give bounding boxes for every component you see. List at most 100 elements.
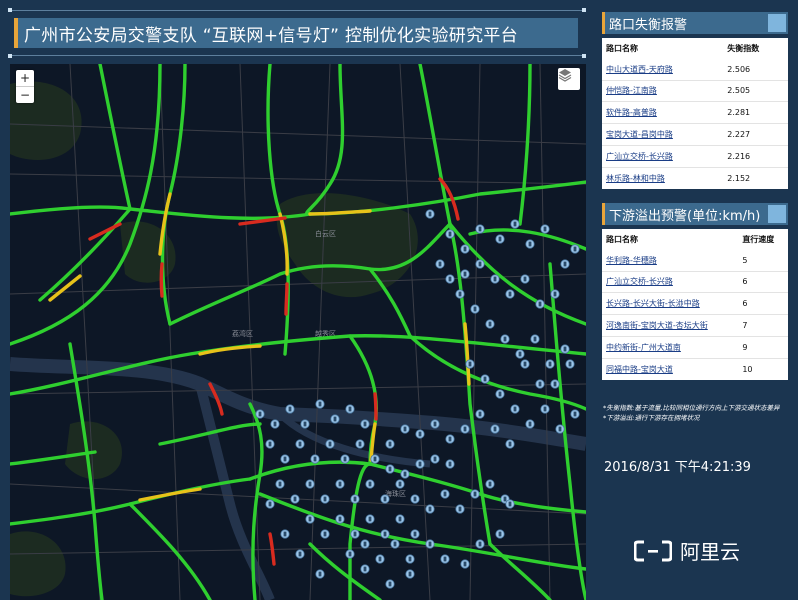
intersection-link[interactable]: 长兴路-长兴大街-长湴中路 [602, 292, 739, 315]
footnotes: *失衡指数:基于流量,比较同相位通行方向上下游交通状态差异 *下游溢出:通行下游… [603, 403, 793, 423]
header-corner [582, 54, 586, 58]
intersection-link[interactable]: 河逸南街-宝岗大道-杏坛大街 [602, 314, 739, 337]
traffic-light-icon [443, 491, 447, 497]
traffic-light-icon [538, 381, 542, 387]
traffic-light-icon [283, 531, 287, 537]
table-row[interactable]: 软件路-高普路 2.281 [602, 101, 788, 124]
imbalance-index: 2.152 [723, 166, 788, 189]
brand-logo: 阿里云 [634, 536, 740, 565]
zoom-out-button[interactable]: − [16, 86, 34, 103]
intersection-link[interactable]: 广汕立交桥-长兴路 [602, 270, 739, 293]
traffic-light-icon [458, 291, 462, 297]
table-row[interactable]: 同福中路-宝岗大道 10 [602, 357, 788, 380]
table-row[interactable]: 仲恺路-江南路 2.505 [602, 79, 788, 102]
traffic-light-icon [408, 556, 412, 562]
traffic-map-canvas[interactable]: 白云区 荔湾区 越秀区 海珠区 [10, 64, 586, 600]
traffic-light-icon [563, 346, 567, 352]
overflow-table: 路口名称 直行速度 华利路-华穗路 5 广汕立交桥-长兴路 6 长兴路-长兴大街-长… [602, 229, 788, 380]
traffic-light-icon [433, 456, 437, 462]
traffic-light-icon [488, 481, 492, 487]
traffic-map[interactable]: 白云区 荔湾区 越秀区 海珠区 + − [10, 64, 586, 600]
intersection-link[interactable]: 中山大道西-天府路 [602, 59, 723, 80]
traffic-light-icon [268, 501, 272, 507]
intersection-link[interactable]: 中约新街-广州大道南 [602, 335, 739, 359]
traffic-light-icon [493, 276, 497, 282]
straight-speed: 6 [738, 270, 788, 293]
traffic-light-icon [338, 481, 342, 487]
traffic-light-icon [363, 541, 367, 547]
traffic-light-icon [508, 501, 512, 507]
table-row[interactable]: 林乐路-林和中路 2.152 [602, 166, 788, 189]
traffic-light-icon [508, 291, 512, 297]
traffic-light-icon [473, 491, 477, 497]
panel-header: 路口失衡报警 [602, 12, 788, 34]
table-row[interactable]: 中山大道西-天府路 2.506 [602, 59, 788, 80]
column-header-name: 路口名称 [606, 43, 638, 53]
zoom-control: + − [16, 70, 34, 103]
traffic-light-icon [473, 306, 477, 312]
traffic-light-icon [498, 531, 502, 537]
traffic-light-icon [283, 456, 287, 462]
traffic-light-icon [313, 456, 317, 462]
intersection-link[interactable]: 宝岗大道-昌岗中路 [602, 123, 724, 146]
traffic-light-icon [258, 411, 262, 417]
traffic-light-icon [463, 561, 467, 567]
intersection-link[interactable]: 林乐路-林和中路 [602, 166, 724, 189]
table-row[interactable]: 长兴路-长兴大街-长湴中路 6 [602, 292, 788, 315]
intersection-link[interactable]: 同福中路-宝岗大道 [602, 357, 739, 380]
column-header-value: 失衡指数 [727, 43, 760, 53]
straight-speed: 10 [738, 357, 788, 380]
imbalance-index: 2.216 [723, 144, 788, 168]
page-title-box: 广州市公安局交警支队 “互联网+信号灯” 控制优化实验研究平台 [14, 18, 578, 48]
traffic-light-icon [348, 406, 352, 412]
intersection-link[interactable]: 仲恺路-江南路 [602, 79, 724, 102]
traffic-light-icon [343, 456, 347, 462]
table-row[interactable]: 广汕立交桥-长兴路 6 [602, 270, 788, 293]
straight-speed: 7 [738, 314, 788, 337]
table-row[interactable]: 河逸南街-宝岗大道-杏坛大街 7 [602, 314, 788, 337]
table-row[interactable]: 华利路-华穗路 5 [602, 250, 788, 271]
traffic-light-icon [353, 531, 357, 537]
traffic-light-icon [538, 301, 542, 307]
traffic-light-icon [463, 246, 467, 252]
traffic-light-icon [358, 441, 362, 447]
traffic-light-icon [498, 236, 502, 242]
straight-speed: 9 [738, 335, 788, 359]
aliyun-logo-icon [634, 540, 672, 561]
traffic-light-icon [418, 461, 422, 467]
layers-button[interactable] [558, 68, 580, 90]
traffic-light-icon [413, 496, 417, 502]
traffic-light-icon [418, 431, 422, 437]
traffic-light-icon [308, 481, 312, 487]
imbalance-index: 2.227 [723, 123, 788, 146]
footnote-overflow: *下游溢出:通行下游存在拥堵状况 [603, 414, 700, 422]
traffic-light-icon [273, 421, 277, 427]
traffic-light-icon [493, 426, 497, 432]
table-header-row: 路口名称 直行速度 [602, 229, 788, 250]
straight-speed: 5 [742, 255, 748, 265]
table-row[interactable]: 宝岗大道-昌岗中路 2.227 [602, 123, 788, 146]
traffic-light-icon [503, 336, 507, 342]
table-row[interactable]: 广汕立交桥-长兴路 2.216 [602, 144, 788, 168]
table-row[interactable]: 中约新街-广州大道南 9 [602, 335, 788, 359]
traffic-light-icon [303, 421, 307, 427]
traffic-light-icon [368, 516, 372, 522]
traffic-light-icon [373, 456, 377, 462]
traffic-light-icon [328, 441, 332, 447]
traffic-light-icon [468, 361, 472, 367]
traffic-light-icon [428, 211, 432, 217]
intersection-link[interactable]: 软件路-高普路 [602, 101, 724, 124]
intersection-link[interactable]: 广汕立交桥-长兴路 [602, 144, 724, 168]
traffic-light-icon [543, 226, 547, 232]
traffic-light-icon [408, 571, 412, 577]
intersection-link[interactable]: 华利路-华穗路 [602, 250, 738, 271]
traffic-light-icon [463, 426, 467, 432]
traffic-light-icon [528, 241, 532, 247]
traffic-light-icon [398, 516, 402, 522]
header-corner [8, 54, 12, 58]
traffic-light-icon [388, 466, 392, 472]
zoom-in-button[interactable]: + [16, 70, 34, 86]
traffic-light-icon [478, 226, 482, 232]
traffic-light-icon [308, 516, 312, 522]
traffic-light-icon [503, 496, 507, 502]
